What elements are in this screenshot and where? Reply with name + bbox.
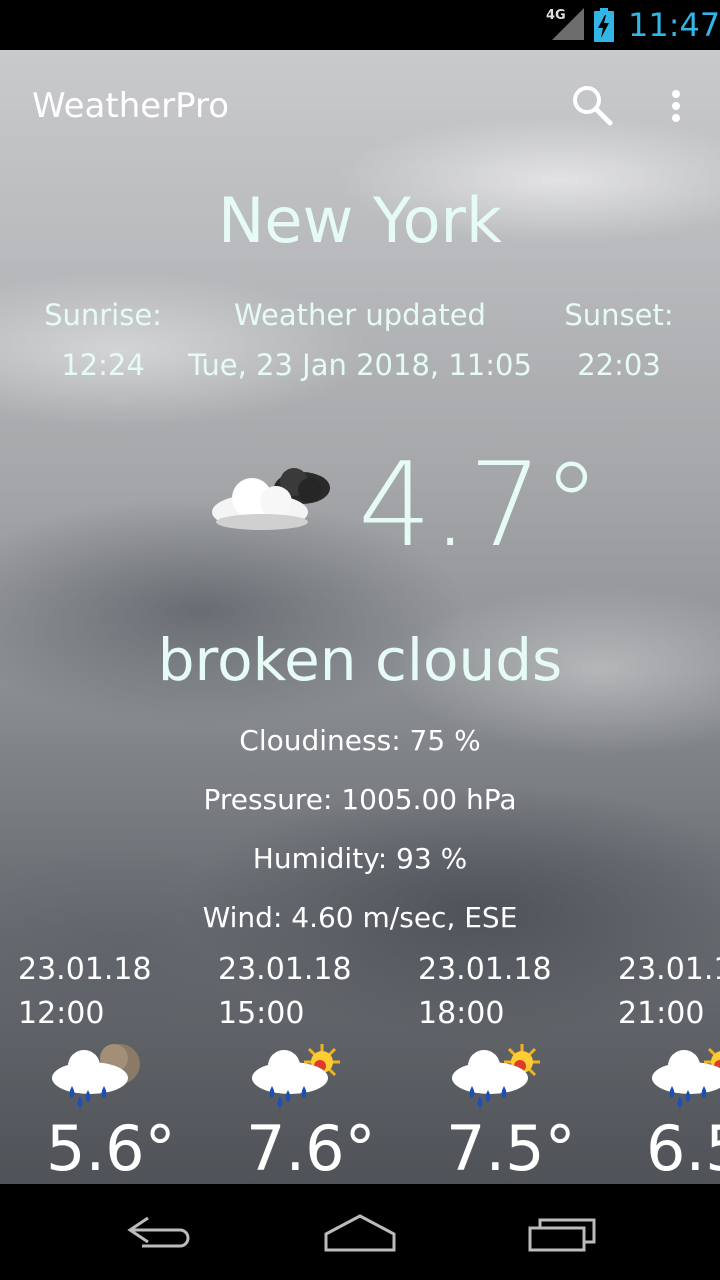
sunrise-time: 12:24 <box>61 348 145 382</box>
recent-apps-icon <box>528 1218 596 1252</box>
forecast-date: 23.01.18 <box>218 952 352 987</box>
search-icon <box>573 86 613 126</box>
status-bar: 4G 11:47 <box>0 0 720 50</box>
forecast-strip[interactable]: 23.01.18 12:00 5.6° 23.01.18 15:00 7.6° … <box>0 952 720 1184</box>
city-name: New York <box>218 184 502 257</box>
forecast-temperature: 6.5° <box>646 1112 720 1184</box>
forecast-item[interactable]: 23.01.18 12:00 5.6° <box>18 952 218 1184</box>
forecast-temperature: 7.5° <box>446 1112 576 1184</box>
weather-description: broken clouds <box>157 626 563 694</box>
broken-clouds-icon <box>212 468 330 530</box>
forecast-date: 23.01.18 <box>418 952 552 987</box>
navigation-bar <box>0 1184 720 1280</box>
home-icon <box>324 1214 396 1252</box>
back-button[interactable] <box>120 1208 200 1258</box>
more-vert-icon <box>672 90 680 98</box>
recent-apps-button[interactable] <box>522 1208 602 1258</box>
rain-sun-icon <box>452 1044 540 1108</box>
battery-charging-icon <box>594 8 614 42</box>
rain-sun-icon <box>652 1047 720 1108</box>
clock: 11:47 <box>628 6 720 44</box>
forecast-temperature: 7.6° <box>246 1112 376 1184</box>
weather-screen: WeatherPro New York Sunrise: 12:24 Weath… <box>0 50 720 1184</box>
rain-sun-icon <box>252 1044 340 1108</box>
current-temperature: 4.7° <box>358 438 601 573</box>
home-button[interactable] <box>320 1208 400 1258</box>
forecast-date: 23.01.18 <box>18 952 152 987</box>
search-button[interactable] <box>568 82 616 130</box>
back-icon <box>127 1216 190 1248</box>
updated-time: Tue, 23 Jan 2018, 11:05 <box>188 348 532 382</box>
cloudiness: Cloudiness: 75 % <box>239 724 481 757</box>
humidity: Humidity: 93 % <box>252 842 468 875</box>
forecast-time: 15:00 <box>218 996 305 1031</box>
sunset-time: 22:03 <box>577 348 661 382</box>
overflow-menu-button[interactable] <box>660 82 692 130</box>
wind: Wind: 4.60 m/sec, ESE <box>202 901 518 934</box>
sunrise-label: Sunrise: <box>44 298 162 332</box>
updated-label: Weather updated <box>234 298 486 332</box>
rain-night-icon <box>52 1044 140 1108</box>
app-title: WeatherPro <box>32 86 230 126</box>
signal-icon <box>552 8 584 40</box>
forecast-time: 18:00 <box>418 996 505 1031</box>
forecast-date: 23.01.18 <box>618 952 720 987</box>
pressure: Pressure: 1005.00 hPa <box>203 783 517 816</box>
forecast-time: 21:00 <box>618 996 705 1031</box>
sunset-label: Sunset: <box>564 298 674 332</box>
forecast-time: 12:00 <box>18 996 105 1031</box>
forecast-item[interactable]: 23.01.18 15:00 7.6° <box>218 952 418 1184</box>
forecast-item[interactable]: 23.01.18 18:00 7.5° <box>418 952 618 1184</box>
forecast-item[interactable]: 23.01.18 21:00 6.5° <box>618 952 720 1184</box>
forecast-temperature: 5.6° <box>46 1112 176 1184</box>
